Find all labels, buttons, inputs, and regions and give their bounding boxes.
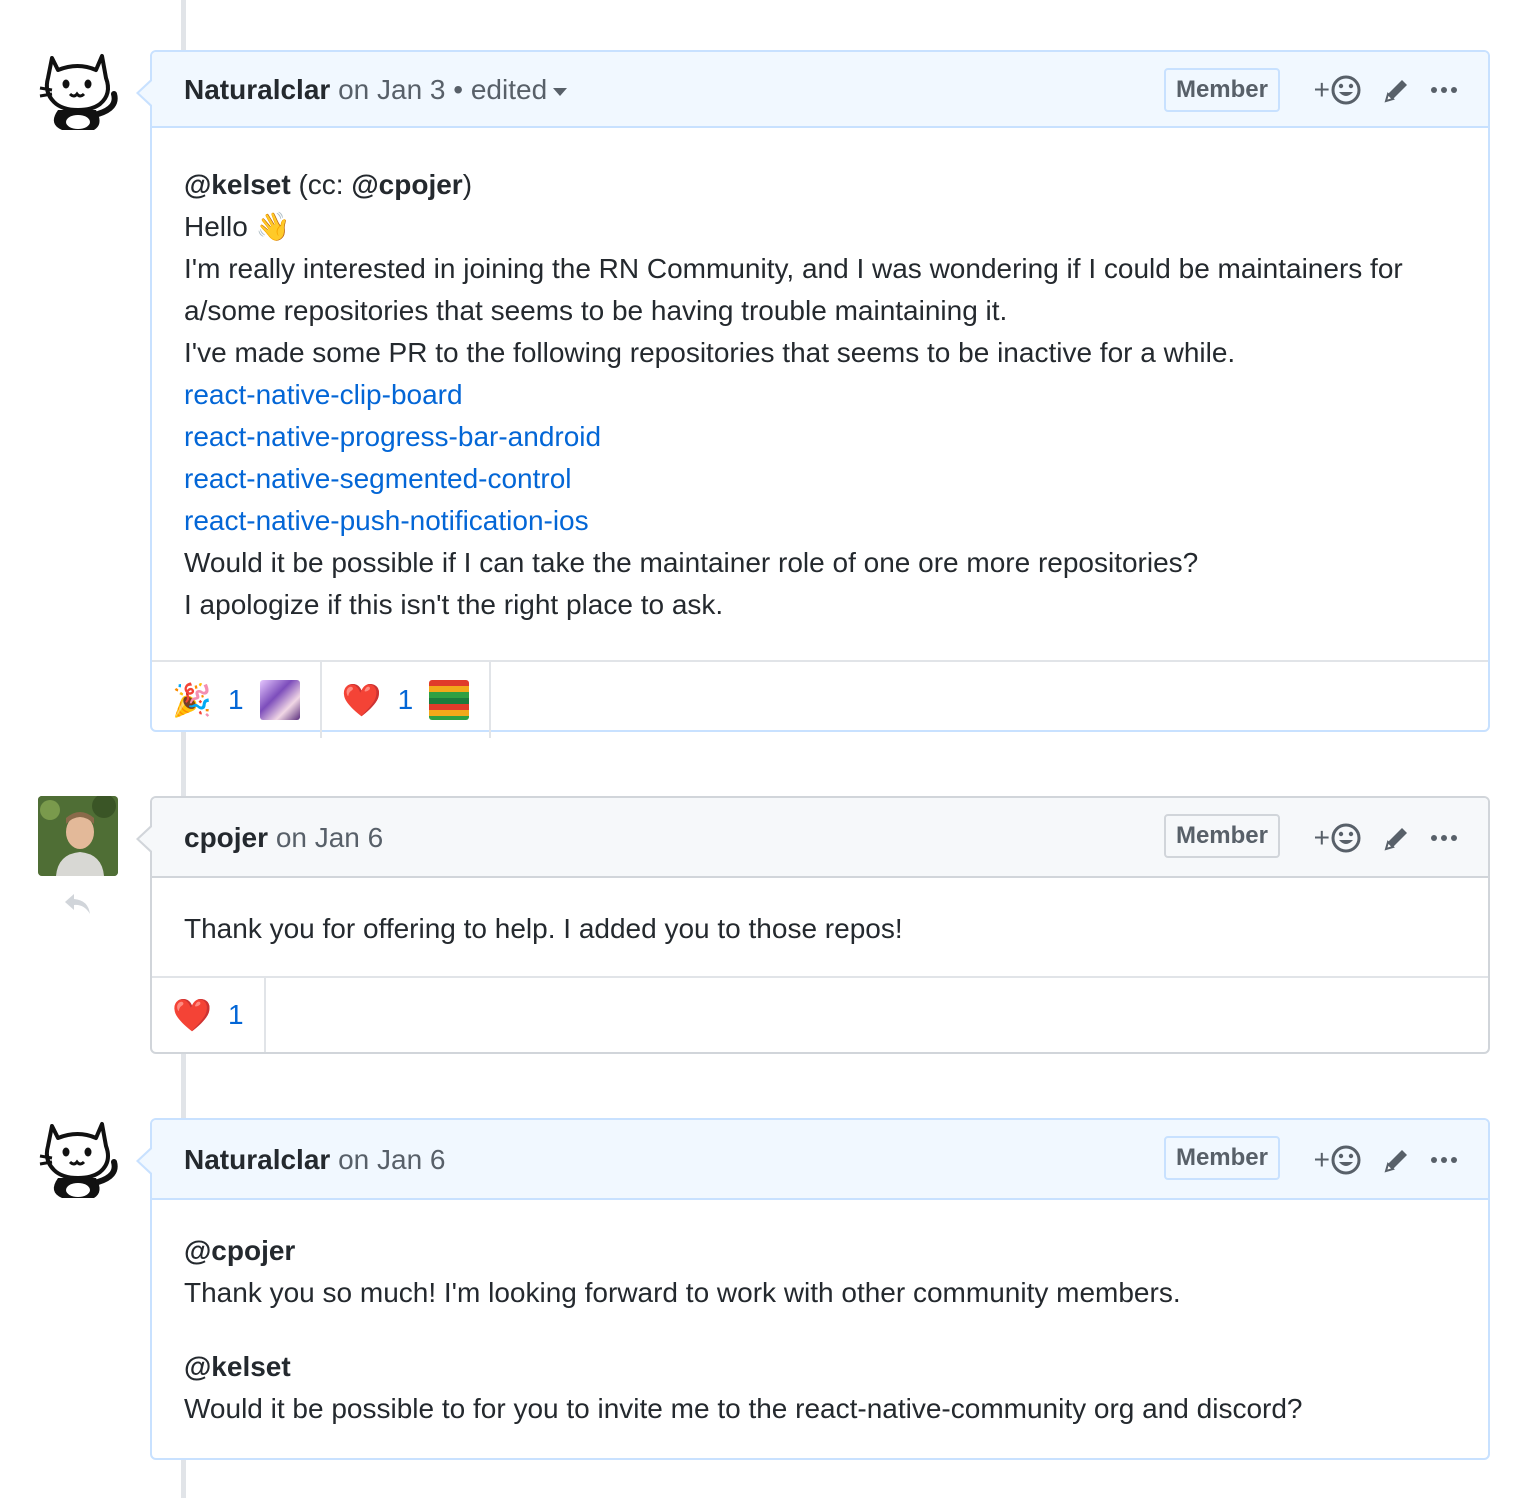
more-options-button[interactable]	[1430, 86, 1458, 94]
more-options-button[interactable]	[1430, 1156, 1458, 1164]
pencil-icon	[1384, 1150, 1407, 1173]
reaction-count: 1	[228, 999, 244, 1030]
party-popper-icon: 🎉	[172, 682, 212, 718]
reaction-heart[interactable]: ❤️ 1	[322, 662, 492, 738]
comment-body: Thank you for offering to help. I added …	[152, 878, 1488, 976]
avatar-cpojer[interactable]	[38, 796, 118, 876]
smiley-icon	[1331, 823, 1361, 853]
reactor-avatar[interactable]	[429, 680, 470, 720]
comment-body: @cpojer Thank you so much! I'm looking f…	[152, 1200, 1488, 1456]
kebab-horizontal-icon	[1431, 1157, 1457, 1163]
smiley-icon	[1331, 1145, 1361, 1175]
reactor-avatar[interactable]	[259, 680, 300, 720]
comment-arrow	[136, 1146, 153, 1176]
comment-arrow	[136, 78, 153, 108]
edited-dropdown[interactable]: • edited	[453, 74, 568, 105]
reaction-count: 1	[228, 684, 244, 715]
paragraph: a/some repositories that seems to be hav…	[184, 295, 1008, 326]
paragraph: I apologize if this isn't the right plac…	[184, 589, 724, 620]
comment-author[interactable]: Naturalclar	[184, 1144, 330, 1175]
comment-1: Naturalclar on Jan 3 • edited Member + @…	[136, 50, 1490, 738]
member-badge: Member	[1163, 68, 1280, 112]
comment-actions: +	[1296, 72, 1458, 108]
reactions-bar: 🎉 1 ❤️ 1	[152, 660, 1488, 738]
comment-body: @kelset (cc: @cpojer) Hello 👋 I'm really…	[152, 128, 1488, 660]
edit-button[interactable]	[1382, 75, 1412, 105]
member-badge: Member	[1163, 814, 1280, 858]
comment-3: Naturalclar on Jan 6 Member + @cpojer Th…	[136, 1118, 1490, 1460]
add-reaction-button[interactable]: +	[1314, 1144, 1362, 1176]
mention-cpojer[interactable]: @cpojer	[351, 169, 462, 200]
mention-line: @kelset (cc: @cpojer)	[184, 169, 473, 200]
comment-author[interactable]: Naturalclar	[184, 74, 330, 105]
repo-link[interactable]: react-native-push-notification-ios	[184, 500, 1456, 542]
add-reaction-button[interactable]: +	[1314, 822, 1362, 854]
greeting: Hello 👋	[184, 211, 291, 242]
comment-arrow	[136, 824, 153, 854]
caret-down-icon	[553, 87, 568, 96]
wave-emoji: 👋	[255, 211, 291, 242]
repo-link[interactable]: react-native-clip-board	[184, 374, 1456, 416]
heart-icon: ❤️	[341, 682, 382, 718]
comment-actions: +	[1296, 820, 1458, 856]
comment-date[interactable]: on Jan 3	[338, 74, 445, 105]
pencil-icon	[1384, 828, 1407, 851]
more-options-button[interactable]	[1430, 834, 1458, 842]
paragraph: I'm really interested in joining the RN …	[184, 253, 1403, 284]
mention-kelset[interactable]: @kelset	[184, 1351, 291, 1382]
member-badge: Member	[1163, 1136, 1280, 1180]
comment-meta: Naturalclar on Jan 3 • edited	[184, 52, 568, 128]
paragraph: Would it be possible if I can take the m…	[184, 547, 1199, 578]
comment-date[interactable]: on Jan 6	[276, 822, 383, 853]
comment-meta: cpojer on Jan 6	[184, 798, 383, 878]
edit-button[interactable]	[1382, 823, 1412, 853]
comment-header: Naturalclar on Jan 3 • edited Member +	[152, 52, 1488, 128]
comment-meta: Naturalclar on Jan 6	[184, 1120, 446, 1200]
mention-kelset[interactable]: @kelset	[184, 169, 291, 200]
reaction-heart[interactable]: ❤️ 1	[152, 978, 266, 1052]
comment-actions: +	[1296, 1142, 1458, 1178]
heart-icon: ❤️	[172, 997, 212, 1033]
paragraph: Would it be possible to for you to invit…	[184, 1393, 1303, 1424]
paragraph: Thank you so much! I'm looking forward t…	[184, 1277, 1181, 1308]
comment-header: cpojer on Jan 6 Member +	[152, 798, 1488, 878]
comment-author[interactable]: cpojer	[184, 822, 268, 853]
smiley-icon	[1331, 75, 1361, 105]
reply-icon[interactable]	[62, 890, 94, 918]
cat-avatar-icon	[39, 1122, 118, 1198]
add-reaction-button[interactable]: +	[1314, 74, 1362, 106]
repo-link[interactable]: react-native-progress-bar-android	[184, 416, 1456, 458]
paragraph: Thank you for offering to help. I added …	[184, 913, 903, 944]
reactions-bar: ❤️ 1	[152, 976, 1488, 1052]
edit-button[interactable]	[1382, 1145, 1412, 1175]
pencil-icon	[1384, 80, 1407, 103]
paragraph: I've made some PR to the following repos…	[184, 337, 1236, 368]
kebab-horizontal-icon	[1431, 87, 1457, 93]
comment-2: cpojer on Jan 6 Member + Thank you for o…	[136, 796, 1490, 1054]
avatar-naturalclar[interactable]	[38, 1116, 118, 1198]
comment-header: Naturalclar on Jan 6 Member +	[152, 1120, 1488, 1200]
kebab-horizontal-icon	[1431, 835, 1457, 841]
repo-link[interactable]: react-native-segmented-control	[184, 458, 1456, 500]
reaction-hooray[interactable]: 🎉 1	[152, 662, 322, 738]
mention-cpojer[interactable]: @cpojer	[184, 1235, 295, 1266]
comment-date[interactable]: on Jan 6	[338, 1144, 445, 1175]
person-photo-icon	[38, 796, 118, 876]
avatar-naturalclar[interactable]	[38, 48, 118, 130]
reaction-count: 1	[397, 684, 414, 715]
cat-avatar-icon	[39, 54, 118, 130]
